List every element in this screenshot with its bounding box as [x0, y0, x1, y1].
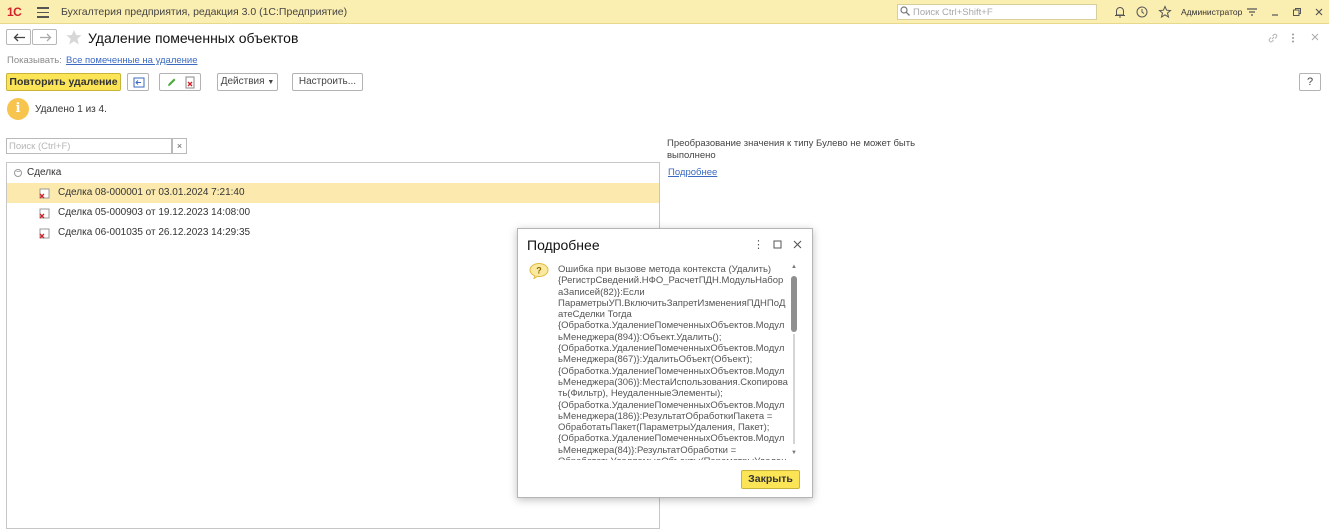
dialog-close-icon[interactable]	[793, 240, 802, 249]
tree-root-label: Сделка	[27, 167, 62, 178]
global-search-placeholder: Поиск Ctrl+Shift+F	[913, 7, 993, 18]
help-button[interactable]: ?	[1299, 73, 1321, 91]
show-label: Показывать:	[7, 55, 62, 66]
restore-icon[interactable]	[1290, 5, 1304, 19]
bell-icon[interactable]	[1113, 5, 1127, 19]
arrow-left-icon	[13, 33, 25, 42]
show-filter-link[interactable]: Все помеченные на удаление	[66, 55, 198, 66]
app-logo[interactable]: 1С	[7, 5, 22, 19]
exit-arrow-icon	[133, 77, 145, 88]
details-dialog: Подробнее ⋮ ? Ошибка при вызове метода к…	[517, 228, 813, 498]
app-title: Бухгалтерия предприятия, редакция 3.0 (1…	[61, 6, 348, 18]
dialog-error-text: Ошибка при вызове метода контекста (Удал…	[558, 264, 788, 460]
list-search-placeholder: Поиск (Ctrl+F)	[9, 141, 71, 152]
back-to-list-button[interactable]	[127, 73, 149, 91]
status-text: Удалено 1 из 4.	[35, 104, 107, 115]
dialog-more-icon[interactable]: ⋮	[753, 238, 764, 251]
tree-row-label: Сделка 06-001035 от 26.12.2023 14:29:35	[58, 227, 251, 238]
list-search-input[interactable]: Поиск (Ctrl+F)	[6, 138, 172, 154]
settings-lines-icon[interactable]	[1245, 5, 1259, 19]
global-search-input[interactable]: Поиск Ctrl+Shift+F	[897, 4, 1097, 20]
search-icon	[900, 6, 910, 16]
close-window-icon[interactable]	[1312, 5, 1326, 19]
link-icon[interactable]	[1267, 32, 1279, 44]
scroll-up-icon[interactable]: ▲	[791, 264, 797, 270]
close-form-icon[interactable]	[1310, 32, 1320, 42]
actions-menu-button[interactable]: Действия ▼	[217, 73, 278, 91]
page-title: Удаление помеченных объектов	[88, 30, 299, 46]
tree-root-group[interactable]: − Сделка	[14, 167, 61, 178]
dialog-close-button[interactable]: Закрыть	[741, 470, 800, 489]
tree-row[interactable]: Сделка 08-000001 от 03.01.2024 7:21:40	[7, 183, 659, 203]
forward-button[interactable]	[32, 29, 57, 45]
pencil-icon[interactable]	[166, 77, 177, 88]
svg-text:?: ?	[536, 266, 542, 276]
marked-deleted-icon	[39, 228, 50, 239]
edit-delete-button-group[interactable]	[159, 73, 201, 91]
tree-row-label: Сделка 05-000903 от 19.12.2023 14:08:00	[58, 207, 251, 218]
arrow-right-icon	[40, 33, 52, 42]
delete-mark-icon[interactable]	[184, 76, 196, 89]
collapse-toggle-icon[interactable]: −	[14, 169, 22, 177]
scroll-down-icon[interactable]: ▼	[791, 450, 797, 456]
main-menu-icon[interactable]	[37, 4, 49, 18]
settings-button[interactable]: Настроить...	[292, 73, 363, 91]
tree-row[interactable]: Сделка 05-000903 от 19.12.2023 14:08:00	[7, 203, 659, 223]
repeat-delete-button[interactable]: Повторить удаление	[6, 73, 121, 91]
dialog-maximize-icon[interactable]	[773, 240, 782, 249]
dialog-text-area[interactable]: Ошибка при вызове метода контекста (Удал…	[558, 264, 788, 460]
title-bar: 1С Бухгалтерия предприятия, редакция 3.0…	[0, 0, 1329, 24]
chevron-down-icon: ▼	[267, 79, 275, 86]
scroll-thumb[interactable]	[791, 276, 797, 332]
marked-deleted-icon	[39, 188, 50, 199]
marked-deleted-icon	[39, 208, 50, 219]
dialog-scrollbar[interactable]: ▲ ▼	[790, 264, 798, 460]
history-icon[interactable]	[1135, 5, 1149, 19]
scroll-track[interactable]	[793, 334, 795, 444]
favorite-star-icon[interactable]	[65, 29, 83, 46]
tree-row-label: Сделка 08-000001 от 03.01.2024 7:21:40	[58, 187, 245, 198]
clear-search-button[interactable]: ×	[172, 138, 187, 154]
question-icon: ?	[529, 263, 549, 279]
dialog-title: Подробнее	[527, 237, 600, 253]
more-vertical-icon[interactable]	[1290, 32, 1296, 44]
error-message: Преобразование значения к типу Булево не…	[667, 138, 916, 161]
user-name[interactable]: Администратор	[1181, 7, 1242, 17]
minimize-icon[interactable]	[1268, 5, 1282, 19]
more-details-link[interactable]: Подробнее	[668, 167, 717, 178]
actions-label: Действия	[220, 76, 265, 87]
favorites-star-icon[interactable]	[1158, 5, 1172, 19]
back-button[interactable]	[6, 29, 31, 45]
info-icon: i	[7, 98, 29, 120]
